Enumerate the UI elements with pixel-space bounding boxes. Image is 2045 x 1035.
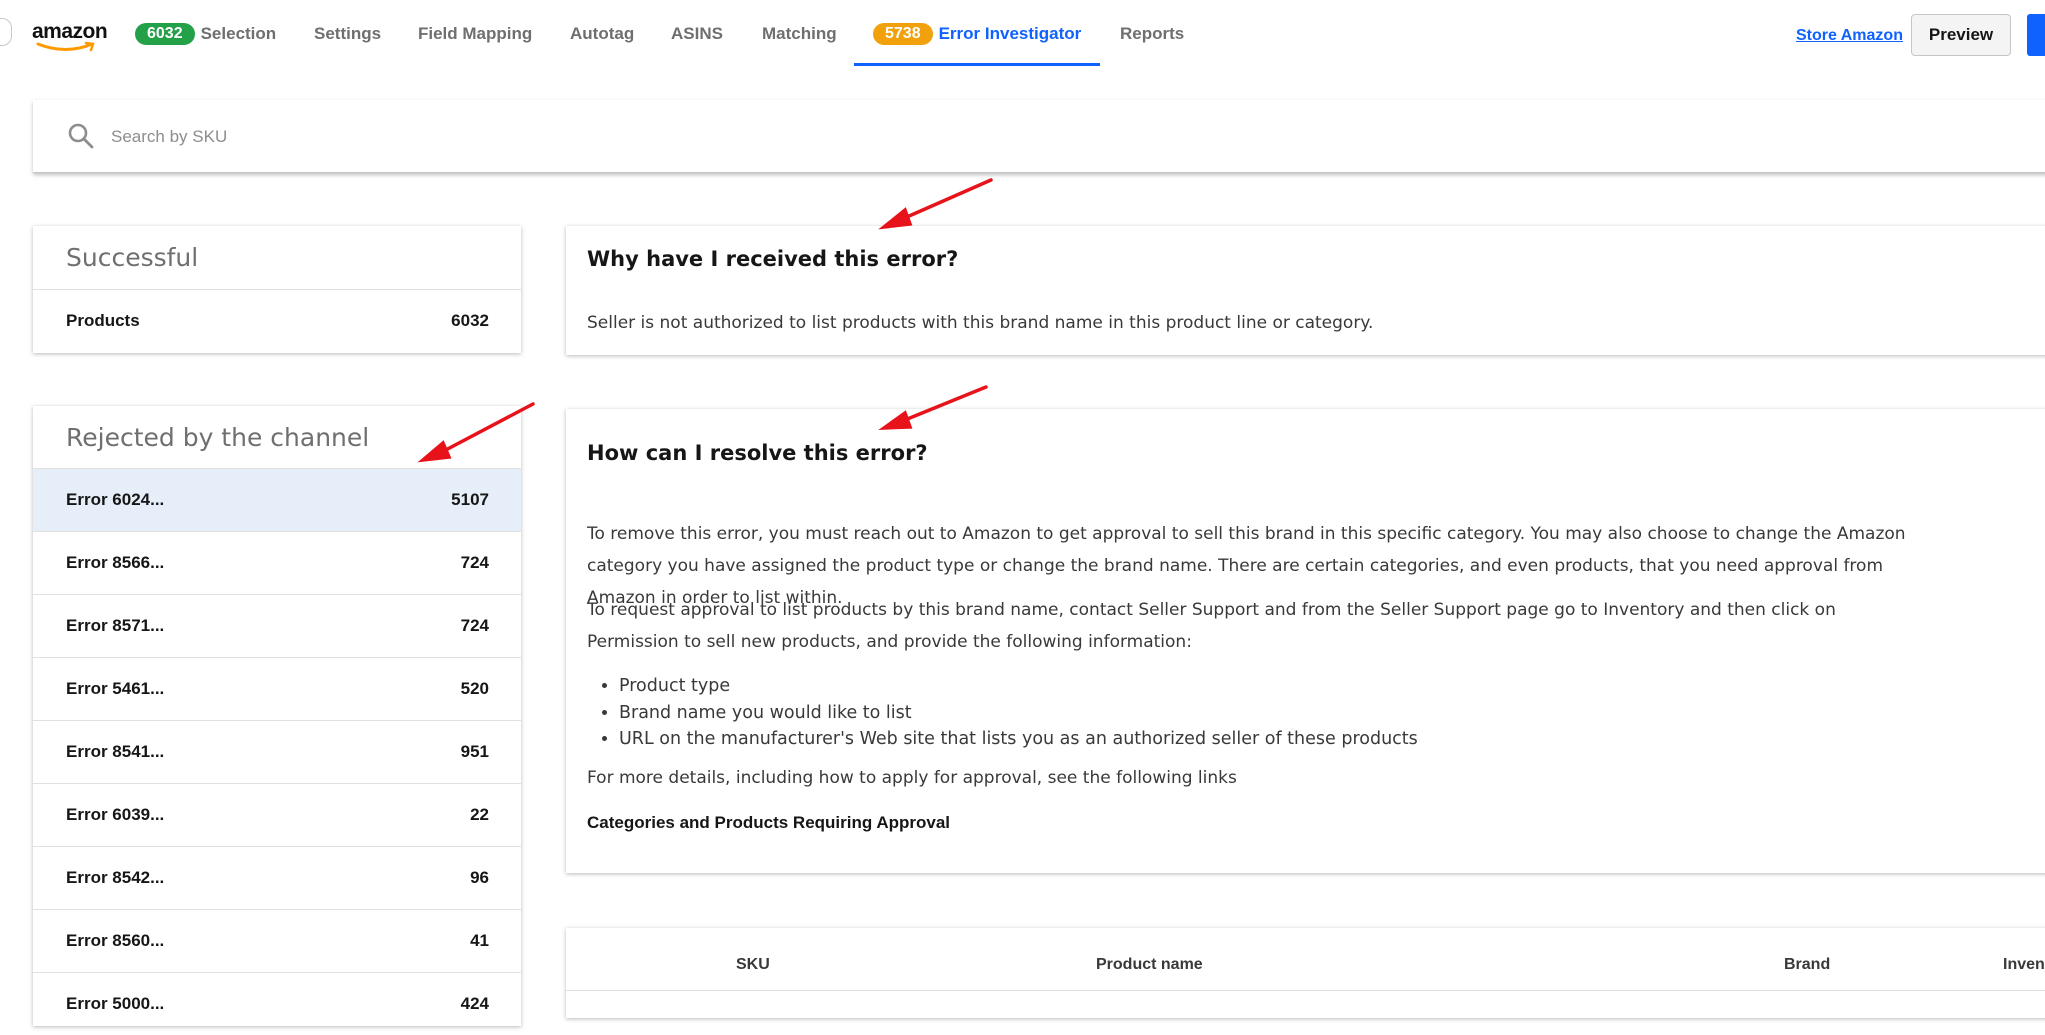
- active-tab-indicator: [854, 63, 1100, 66]
- error-count: 5107: [451, 490, 489, 509]
- tab-reports[interactable]: Reports: [1120, 0, 1184, 67]
- error-count: 424: [460, 994, 489, 1013]
- resolve-error-card: How can I resolve this error? To remove …: [566, 409, 2045, 873]
- preview-button[interactable]: Preview: [1911, 14, 2011, 56]
- error-count: 22: [470, 805, 489, 824]
- top-navigation: amazon 6032 Selection Settings Field Map…: [0, 0, 2045, 67]
- rejected-card: Rejected by the channel Error 6024... 51…: [33, 406, 521, 1026]
- why-error-text: Seller is not authorized to list product…: [587, 313, 1374, 333]
- error-code: Error 8566...: [66, 553, 165, 572]
- error-code: Error 8542...: [66, 868, 165, 887]
- tab-error-investigator[interactable]: 5738 Error Investigator: [873, 0, 1081, 67]
- arrow-head-icon: [878, 207, 913, 230]
- rejected-title: Rejected by the channel: [66, 423, 370, 452]
- tab-asins-label: ASINS: [671, 23, 723, 43]
- approval-categories-link[interactable]: Categories and Products Requiring Approv…: [587, 813, 950, 833]
- error-count: 724: [460, 553, 489, 572]
- error-row[interactable]: Error 8560... 41: [33, 909, 521, 972]
- tab-matching-label: Matching: [762, 23, 837, 43]
- error-count: 96: [470, 868, 489, 887]
- error-code: Error 8541...: [66, 742, 165, 761]
- table-header-divider: [566, 990, 2045, 991]
- successful-products-row[interactable]: Products 6032: [33, 289, 521, 352]
- error-row[interactable]: Error 8542... 96: [33, 846, 521, 909]
- error-code: Error 5000...: [66, 994, 165, 1013]
- smile-logo-icon: [36, 41, 95, 52]
- amazon-logo: amazon: [32, 20, 110, 52]
- list-item: Product type: [619, 673, 1418, 700]
- column-header-inventory[interactable]: Inven: [2003, 956, 2045, 974]
- error-count: 41: [470, 931, 489, 950]
- successful-card: Successful Products 6032: [33, 226, 521, 353]
- selection-count-badge: 6032: [135, 22, 195, 45]
- column-header-brand[interactable]: Brand: [1784, 956, 1830, 974]
- column-header-product-name[interactable]: Product name: [1096, 956, 1203, 974]
- column-header-sku[interactable]: SKU: [736, 956, 770, 974]
- resolve-paragraph-2: To request approval to list products by …: [587, 600, 1836, 652]
- arrow-icon: [898, 178, 993, 222]
- error-row[interactable]: Error 8571... 724: [33, 594, 521, 657]
- required-info-list: Product type Brand name you would like t…: [587, 673, 1418, 753]
- tab-autotag-label: Autotag: [570, 23, 635, 43]
- search-icon: [68, 123, 94, 149]
- error-row[interactable]: Error 5461... 520: [33, 657, 521, 720]
- tab-error-investigator-label: Error Investigator: [938, 23, 1082, 43]
- row-label: Products: [66, 311, 140, 330]
- error-row[interactable]: Error 6039... 22: [33, 783, 521, 846]
- error-code: Error 6039...: [66, 805, 165, 824]
- error-code: Error 8571...: [66, 616, 165, 635]
- list-item: Brand name you would like to list: [619, 700, 1418, 727]
- tab-autotag[interactable]: Autotag: [570, 0, 634, 67]
- primary-action-button[interactable]: [2027, 14, 2045, 56]
- successful-title: Successful: [66, 243, 199, 272]
- store-amazon-link[interactable]: Store Amazon: [1796, 27, 1903, 45]
- error-count: 724: [460, 616, 489, 635]
- tab-matching[interactable]: Matching: [762, 0, 837, 67]
- error-row[interactable]: Error 8566... 724: [33, 531, 521, 594]
- tab-field-mapping[interactable]: Field Mapping: [418, 0, 532, 67]
- row-count: 6032: [451, 311, 489, 330]
- tab-selection[interactable]: 6032 Selection: [135, 0, 276, 67]
- why-error-title: Why have I received this error?: [587, 247, 959, 271]
- sku-table: SKU Product name Brand Inven: [566, 928, 2045, 1018]
- tab-selection-label: Selection: [200, 23, 277, 43]
- resolve-error-title: How can I resolve this error?: [587, 441, 928, 465]
- list-item: URL on the manufacturer's Web site that …: [619, 726, 1418, 753]
- error-count: 520: [460, 679, 489, 698]
- resolve-paragraph-3: For more details, including how to apply…: [587, 768, 1237, 788]
- tab-field-mapping-label: Field Mapping: [418, 23, 533, 43]
- tab-settings-label: Settings: [314, 23, 382, 43]
- search-bar: [33, 100, 2045, 174]
- error-row[interactable]: Error 6024... 5107: [33, 468, 521, 531]
- back-edge-button[interactable]: [0, 18, 12, 46]
- error-count: 951: [460, 742, 489, 761]
- search-input[interactable]: [109, 100, 713, 174]
- tab-asins[interactable]: ASINS: [671, 0, 723, 67]
- tab-reports-label: Reports: [1120, 23, 1185, 43]
- error-code: Error 5461...: [66, 679, 165, 698]
- why-error-card: Why have I received this error? Seller i…: [566, 226, 2045, 355]
- tab-settings[interactable]: Settings: [314, 0, 381, 67]
- error-code: Error 6024...: [66, 490, 165, 509]
- error-code: Error 8560...: [66, 931, 165, 950]
- error-count-badge: 5738: [873, 22, 933, 45]
- error-row[interactable]: Error 8541... 951: [33, 720, 521, 783]
